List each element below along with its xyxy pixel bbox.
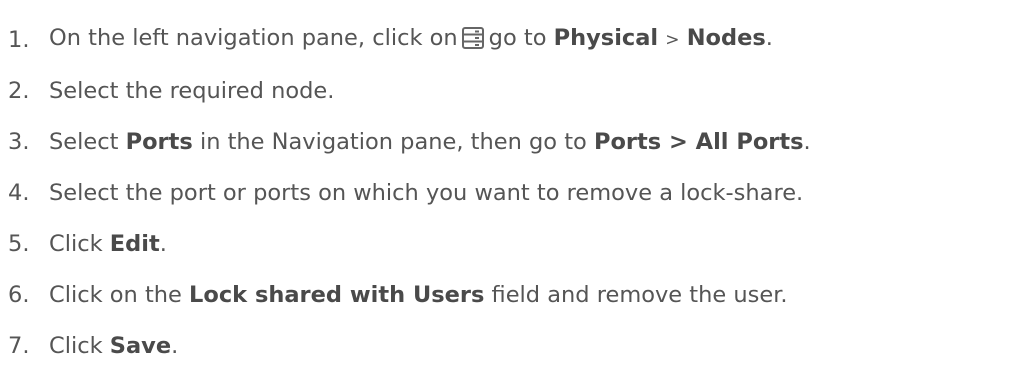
step-text: Click Save. [49, 333, 178, 359]
step-text-part: Click [49, 230, 103, 257]
step-text-part: . [159, 230, 167, 257]
step-text: Select the required node. [49, 77, 335, 104]
server-icon [461, 26, 484, 55]
step-6: 6. Click on the Lock shared with Users f… [0, 269, 1036, 320]
step-bold: Save [109, 332, 172, 359]
step-number: 4. [8, 179, 30, 206]
step-bold: Ports > All Ports [593, 128, 804, 155]
step-text-part: On the left navigation pane, click on [49, 24, 458, 51]
step-text-part: in the Navigation pane, then go to [199, 128, 587, 155]
step-text: Click Edit. [49, 231, 167, 257]
step-text-part: Click [49, 332, 103, 359]
step-separator: > [665, 29, 680, 50]
step-bold: Physical [553, 24, 659, 51]
step-text-part: . [803, 128, 811, 155]
step-text-part: Click on the [49, 281, 182, 308]
step-bold: Lock shared with Users [189, 281, 485, 308]
step-text-part: . [171, 332, 179, 359]
step-text-part: field and remove the user. [491, 281, 788, 308]
step-text: Select the port or ports on which you wa… [49, 179, 804, 206]
step-text: Select Ports in the Navigation pane, the… [49, 129, 811, 155]
step-text: On the left navigation pane, click on go … [49, 25, 773, 55]
step-bold: Nodes [686, 24, 766, 51]
step-bold: Ports [125, 128, 193, 155]
step-7: 7. Click Save. [0, 320, 1036, 371]
step-text-part: go to [488, 24, 547, 51]
step-1: 1. On the left navigation pane, click on… [0, 14, 1036, 65]
step-bold: Edit [109, 230, 160, 257]
step-number: 6. [8, 281, 30, 308]
step-number: 1. [8, 26, 30, 53]
step-5: 5. Click Edit. [0, 218, 1036, 269]
step-number: 2. [8, 77, 30, 104]
step-number: 3. [8, 128, 30, 155]
step-number: 7. [8, 332, 30, 359]
instruction-steps: 1. On the left navigation pane, click on… [0, 14, 1036, 371]
step-text-part: . [765, 24, 773, 51]
step-4: 4. Select the port or ports on which you… [0, 167, 1036, 218]
step-3: 3. Select Ports in the Navigation pane, … [0, 116, 1036, 167]
step-text: Click on the Lock shared with Users fiel… [49, 282, 788, 308]
step-text-part: Select [49, 128, 119, 155]
step-2: 2. Select the required node. [0, 65, 1036, 116]
step-number: 5. [8, 230, 30, 257]
